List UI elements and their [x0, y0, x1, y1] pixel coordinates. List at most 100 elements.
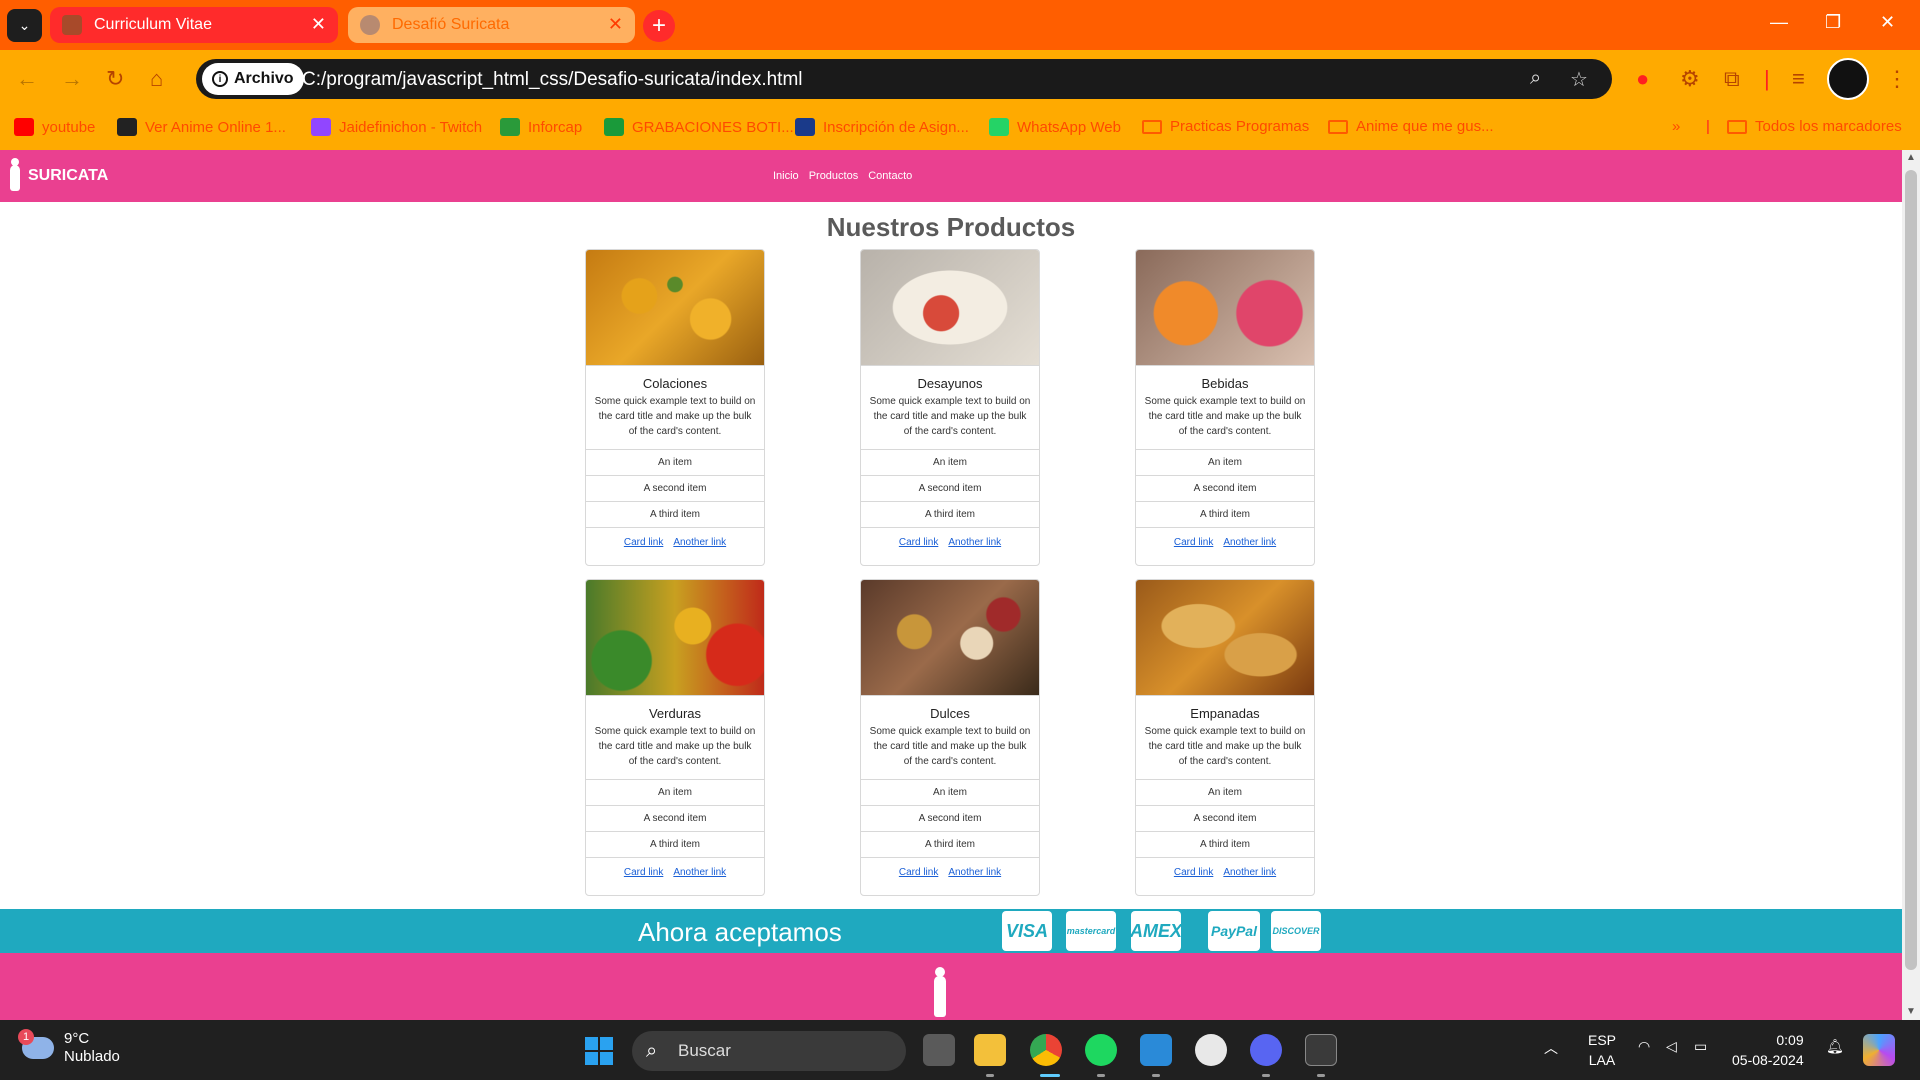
page-scrollbar[interactable]: ▲ ▼	[1902, 150, 1920, 1020]
restore-icon[interactable]: ❐	[1825, 12, 1841, 33]
bookmark-favicon-icon	[14, 118, 34, 136]
system-clock[interactable]: 0:09 05-08-2024	[1732, 1030, 1804, 1070]
bookmark-item[interactable]: Ver Anime Online 1...	[117, 118, 286, 136]
bookmark-item[interactable]: GRABACIONES BOTI...	[604, 118, 794, 136]
extensions-icon[interactable]: ⧉	[1724, 66, 1740, 92]
site-nav-links: Inicio Productos Contacto	[773, 170, 912, 182]
card-link[interactable]: Card link	[624, 867, 663, 878]
all-bookmarks-button[interactable]: Todos los marcadores	[1727, 118, 1902, 135]
weather-widget[interactable]: 1 9°C Nublado	[18, 1029, 120, 1066]
zoom-icon[interactable]: ⌕	[1530, 67, 1541, 90]
site-logo[interactable]: SURICATA	[8, 158, 108, 194]
windows-start-icon[interactable]	[585, 1037, 613, 1065]
bookmarks-bar: » | Todos los marcadores youtube Ver Anim…	[0, 108, 1920, 150]
tab-search-button[interactable]: ⌄	[7, 9, 42, 42]
minimize-icon[interactable]: —	[1770, 12, 1788, 33]
close-icon[interactable]: ✕	[311, 15, 326, 33]
card-link[interactable]: Card link	[624, 537, 663, 548]
card-list-item: An item	[586, 450, 764, 476]
close-icon[interactable]: ✕	[608, 15, 623, 33]
close-window-icon[interactable]: ✕	[1880, 12, 1895, 33]
card-title: Verduras	[648, 706, 702, 721]
card-list-item: A second item	[586, 476, 764, 502]
another-link[interactable]: Another link	[673, 537, 726, 548]
profile-avatar[interactable]	[1827, 58, 1869, 100]
globe-icon	[360, 15, 380, 35]
bookmark-item[interactable]: Practicas Programas	[1142, 118, 1309, 135]
folder-icon	[1727, 119, 1747, 134]
taskbar-search[interactable]: ⌕ Buscar	[632, 1031, 906, 1071]
card-list-item: An item	[861, 450, 1039, 476]
bookmark-item[interactable]: youtube	[14, 118, 95, 136]
url-text[interactable]: C:/program/javascript_html_css/Desafio-s…	[302, 69, 803, 91]
chevron-up-icon[interactable]: ︿	[1544, 1038, 1558, 1058]
terminal-icon[interactable]	[1305, 1034, 1337, 1066]
bookmark-item[interactable]: Jaidefinichon - Twitch	[311, 118, 482, 136]
more-menu-icon[interactable]: ⋮	[1886, 66, 1908, 92]
ublock-extension-icon[interactable]: ●	[1636, 66, 1649, 92]
bookmark-label: Ver Anime Online 1...	[145, 118, 286, 136]
back-icon[interactable]: ←	[16, 66, 38, 92]
copilot-icon[interactable]	[1863, 1034, 1895, 1066]
scroll-thumb[interactable]	[1905, 170, 1917, 970]
bookmark-label: Todos los marcadores	[1755, 118, 1902, 135]
card-link[interactable]: Card link	[899, 537, 938, 548]
nav-link-productos[interactable]: Productos	[809, 170, 859, 182]
new-tab-button[interactable]: +	[643, 10, 675, 42]
bookmark-item[interactable]: WhatsApp Web	[989, 118, 1121, 136]
clock-date: 05-08-2024	[1732, 1052, 1804, 1068]
home-icon[interactable]: ⌂	[150, 66, 163, 92]
reload-icon[interactable]: ↻	[106, 66, 124, 92]
tab-favicon-icon	[62, 15, 82, 35]
search-icon: ⌕	[646, 1040, 658, 1062]
payment-text: Ahora aceptamos	[638, 917, 842, 947]
spotify-icon[interactable]	[1085, 1034, 1117, 1066]
notification-bell-icon[interactable]: 🔔︎	[1826, 1038, 1844, 1055]
task-view-icon[interactable]	[923, 1034, 955, 1066]
github-desktop-icon[interactable]	[1195, 1034, 1227, 1066]
folder-icon	[1142, 119, 1162, 134]
address-bar[interactable]: i Archivo C:/program/javascript_html_css…	[196, 59, 1612, 99]
nav-link-contacto[interactable]: Contacto	[868, 170, 912, 182]
another-link[interactable]: Another link	[948, 867, 1001, 878]
card-title: Empanadas	[1190, 706, 1260, 721]
wifi-icon[interactable]: ◠	[1638, 1038, 1650, 1055]
bookmark-item[interactable]: Anime que me gus...	[1328, 118, 1494, 135]
another-link[interactable]: Another link	[1223, 867, 1276, 878]
bookmark-item[interactable]: Inscripción de Asign...	[795, 118, 969, 136]
card-title: Desayunos	[917, 376, 983, 391]
nav-link-inicio[interactable]: Inicio	[773, 170, 799, 182]
star-icon[interactable]: ☆	[1570, 67, 1588, 92]
tab-desafio[interactable]: Desafió Suricata ✕	[348, 7, 635, 43]
discord-icon[interactable]	[1250, 1034, 1282, 1066]
battery-icon[interactable]: ▭	[1694, 1038, 1707, 1055]
media-control-icon[interactable]: ≡	[1792, 66, 1805, 92]
active-indicator	[1097, 1074, 1105, 1077]
another-link[interactable]: Another link	[673, 867, 726, 878]
card-title: Colaciones	[642, 376, 708, 391]
robot-extension-icon[interactable]: ⚙	[1680, 66, 1700, 92]
language-indicator[interactable]: ESP LAA	[1588, 1030, 1616, 1070]
tab-curriculum[interactable]: Curriculum Vitae ✕	[50, 7, 338, 43]
weather-temp: 9°C	[64, 1030, 90, 1047]
more-bookmarks-icon[interactable]: »	[1672, 118, 1680, 135]
another-link[interactable]: Another link	[1223, 537, 1276, 548]
bookmark-label: Inforcap	[528, 118, 583, 136]
forward-icon[interactable]: →	[61, 66, 83, 92]
card-link[interactable]: Card link	[899, 867, 938, 878]
scroll-up-icon[interactable]: ▲	[1906, 152, 1916, 163]
another-link[interactable]: Another link	[948, 537, 1001, 548]
card-link[interactable]: Card link	[1174, 537, 1213, 548]
card-text: Some quick example text to build on the …	[594, 396, 756, 437]
scroll-down-icon[interactable]: ▼	[1906, 1006, 1916, 1017]
site-info-chip[interactable]: i Archivo	[202, 63, 304, 95]
bookmark-item[interactable]: Inforcap	[500, 118, 582, 136]
chevron-down-icon: ⌄	[18, 17, 31, 33]
card-text: Some quick example text to build on the …	[869, 726, 1031, 767]
file-explorer-icon[interactable]	[974, 1034, 1006, 1066]
volume-icon[interactable]: ◁	[1666, 1038, 1677, 1055]
card-link[interactable]: Card link	[1174, 867, 1213, 878]
chrome-icon[interactable]	[1030, 1034, 1062, 1066]
vscode-icon[interactable]	[1140, 1034, 1172, 1066]
payment-card-visa-icon: VISA	[1002, 911, 1052, 951]
